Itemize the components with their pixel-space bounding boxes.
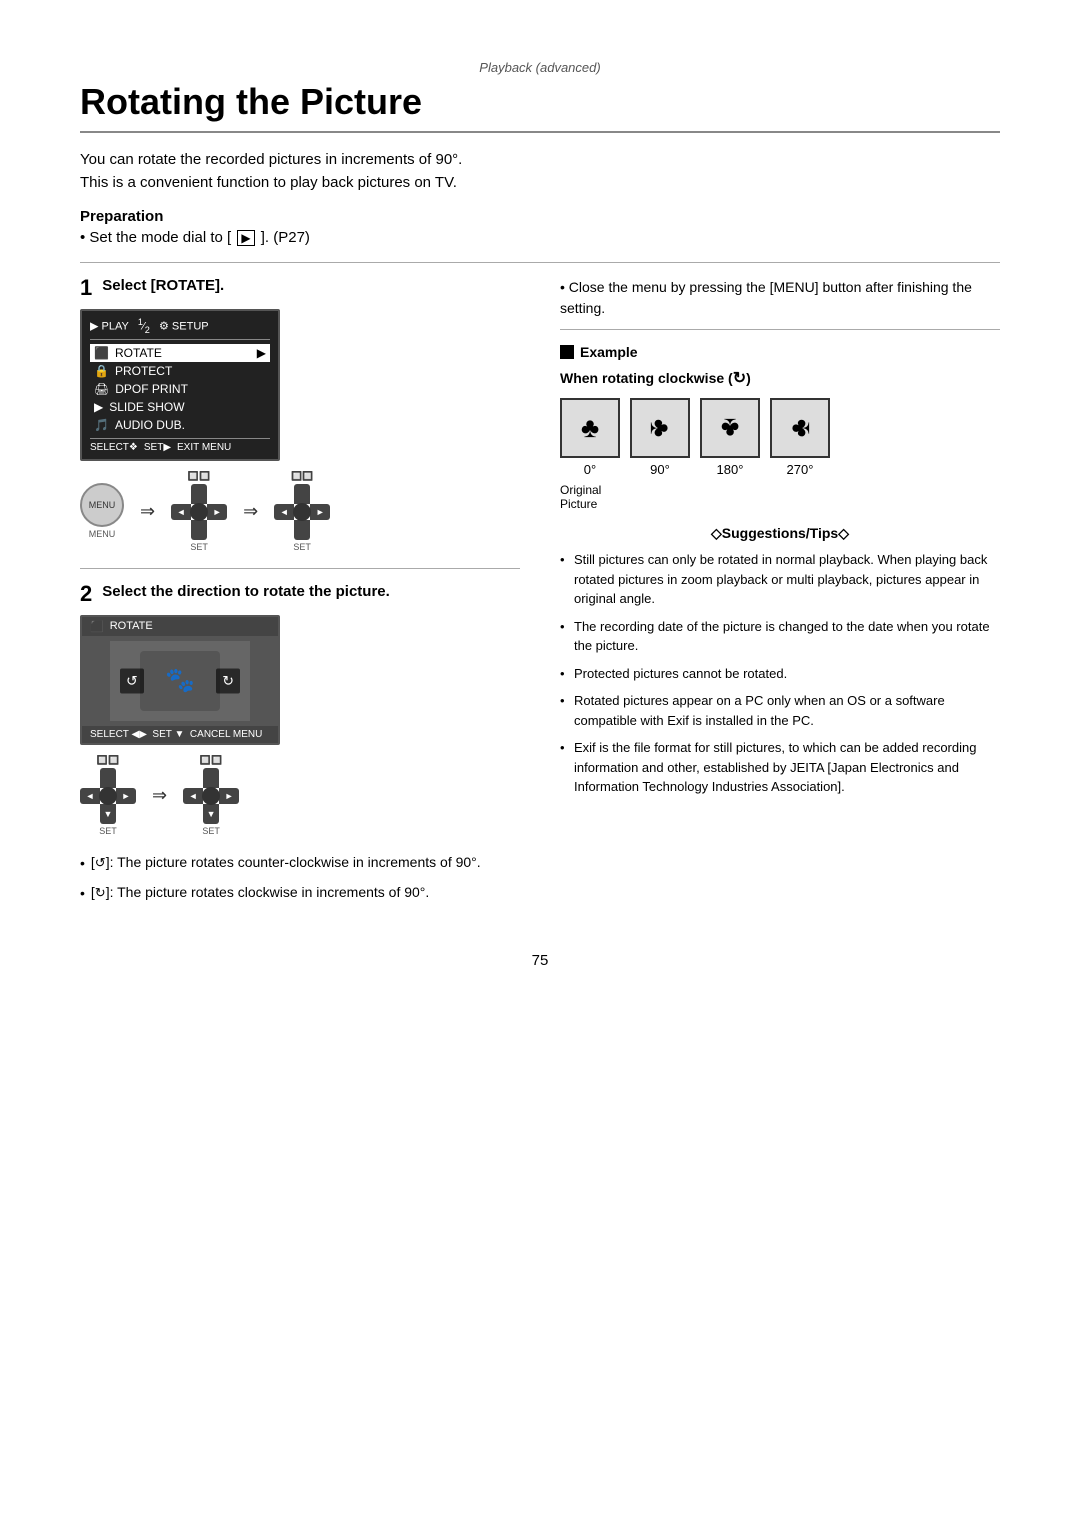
ccw-bullet-symbol: •: [80, 853, 85, 874]
left-column: 1 Select [ROTATE]. ▶ PLAY 1⁄2 ⚙ SETUP ⬛ …: [80, 277, 520, 912]
suggestion-4: Rotated pictures appear on a PC only whe…: [560, 691, 1000, 730]
rotate-screen-content: 🐾 ↺ ↻: [82, 636, 278, 726]
audiodub-icon: 🎵: [94, 418, 109, 432]
slideshow-icon: ▶: [94, 400, 103, 414]
rotate-title-text: ROTATE: [110, 620, 153, 632]
close-menu-note: • Close the menu by pressing the [MENU] …: [560, 277, 1000, 319]
example-label: Example: [580, 344, 638, 360]
step2-number: 2: [80, 583, 92, 605]
main-content: 1 Select [ROTATE]. ▶ PLAY 1⁄2 ⚙ SETUP ⬛ …: [80, 277, 1000, 912]
step1-label: Select [ROTATE].: [102, 277, 224, 294]
menu-item-slideshow: ▶ SLIDE SHOW: [90, 398, 270, 416]
rotate-image-area: 🐾 ↺ ↻: [110, 641, 250, 721]
rotation-0deg: ♣ 0°: [560, 398, 620, 477]
original-label: OriginalPicture: [560, 483, 1000, 511]
page-title: Rotating the Picture: [80, 81, 1000, 133]
menu-item-rotate: ⬛ ROTATE ▶: [90, 344, 270, 362]
protect-icon: 🔒: [94, 364, 109, 378]
section-divider: [80, 262, 1000, 263]
arrow-icon3: ⇒: [152, 785, 167, 806]
camera-menu-ui: ▶ PLAY 1⁄2 ⚙ SETUP ⬛ ROTATE ▶ 🔒 PROTECT …: [80, 309, 280, 461]
step-divider: [80, 568, 520, 569]
arrow-icon: ⇒: [140, 501, 155, 522]
dpof-icon: 🖨: [94, 382, 109, 396]
rotation-180deg: ♣ 180°: [700, 398, 760, 477]
rotate-title-icon: ⬛: [90, 620, 104, 633]
menu-play-label: ▶ PLAY 1⁄2 ⚙ SETUP: [90, 317, 209, 335]
dpad2-wrapper: 🔲🔲 ◄ ► SET: [274, 471, 330, 552]
suggestion-3: Protected pictures cannot be rotated.: [560, 664, 1000, 684]
degree-180: 180°: [717, 462, 744, 477]
bullet-cw: • [↻]: The picture rotates clockwise in …: [80, 882, 520, 904]
menu-item-dpof: 🖨 DPOF PRINT: [90, 380, 270, 398]
dpad3-label: SET: [99, 826, 117, 836]
rotate-screen-top: ⬛ ROTATE: [82, 617, 278, 636]
ccw-arrow[interactable]: ↺: [120, 668, 144, 693]
dpad2-label: SET: [293, 542, 311, 552]
bullet-ccw-text: [↺]: The picture rotates counter-clockwi…: [91, 852, 481, 873]
step1-number: 1: [80, 277, 92, 299]
intro-line1: You can rotate the recorded pictures in …: [80, 149, 1000, 172]
rotate-screen-ui: ⬛ ROTATE 🐾 ↺ ↻ SELECT ◀▶ SET ▼ CANCEL ME…: [80, 615, 280, 745]
rotation-img-90: ♣: [630, 398, 690, 458]
dpad2[interactable]: ◄ ►: [274, 484, 330, 540]
dpad4-label: SET: [202, 826, 220, 836]
degree-90: 90°: [650, 462, 670, 477]
suggestion-5: Exif is the file format for still pictur…: [560, 738, 1000, 797]
rotate-icon: ⬛: [94, 346, 109, 360]
degree-0: 0°: [584, 462, 596, 477]
image-placeholder: 🐾: [140, 651, 220, 711]
preparation-text: • Set the mode dial to [ ▶ ]. (P27): [80, 229, 1000, 246]
degree-270: 270°: [787, 462, 814, 477]
menu-item-audiodub: 🎵 AUDIO DUB.: [90, 416, 270, 434]
menu-bottom-bar: SELECT❖ SET▶ EXIT MENU: [90, 438, 270, 453]
rotation-270deg: ♣ 270°: [770, 398, 830, 477]
step2-heading: 2 Select the direction to rotate the pic…: [80, 583, 520, 605]
arrow-icon2: ⇒: [243, 501, 258, 522]
suggestion-1: Still pictures can only be rotated in no…: [560, 550, 1000, 609]
dpad1[interactable]: ◄ ►: [171, 484, 227, 540]
suggestion-2: The recording date of the picture is cha…: [560, 617, 1000, 656]
preparation-heading: Preparation: [80, 208, 1000, 225]
rotation-img-180: ♣: [700, 398, 760, 458]
menu-button-wrapper: MENU MENU: [80, 483, 124, 539]
rotation-img-270: ♣: [770, 398, 830, 458]
menu-top-bar: ▶ PLAY 1⁄2 ⚙ SETUP: [90, 317, 270, 340]
bullet-ccw: • [↺]: The picture rotates counter-clock…: [80, 852, 520, 874]
dpad4[interactable]: ▼ ◄ ►: [183, 768, 239, 824]
rotation-images: ♣ 0° ♣ 90° ♣ 180° ♣ 270°: [560, 398, 1000, 477]
dpad3[interactable]: ▼ ◄ ►: [80, 768, 136, 824]
menu-button-label: MENU: [89, 529, 116, 539]
intro-text: You can rotate the recorded pictures in …: [80, 149, 1000, 194]
when-rotating-label: When rotating clockwise (↻): [560, 368, 1000, 388]
menu-item-protect: 🔒 PROTECT: [90, 362, 270, 380]
step1-controls: MENU MENU ⇒ 🔲🔲 ◄ ►: [80, 471, 520, 552]
menu-button[interactable]: MENU: [80, 483, 124, 527]
rotation-90deg: ♣ 90°: [630, 398, 690, 477]
right-column: • Close the menu by pressing the [MENU] …: [560, 277, 1000, 805]
rotate-screen-bottom: SELECT ◀▶ SET ▼ CANCEL MENU: [82, 726, 278, 743]
page-number: 75: [80, 952, 1000, 969]
right-divider: [560, 329, 1000, 330]
cw-bullet-symbol: •: [80, 883, 85, 904]
suggestions-heading: ◇Suggestions/Tips◇: [560, 525, 1000, 542]
intro-line2: This is a convenient function to play ba…: [80, 172, 1000, 195]
dpad4-wrapper: 🔲🔲 ▼ ◄ ► SET: [183, 755, 239, 836]
step2-label: Select the direction to rotate the pictu…: [102, 583, 390, 600]
cw-arrow[interactable]: ↻: [216, 668, 240, 693]
step2-controls: 🔲🔲 ▼ ◄ ► SET ⇒ 🔲🔲: [80, 755, 520, 836]
page-container: Playback (advanced) Rotating the Picture…: [0, 0, 1080, 1526]
rotation-img-0: ♣: [560, 398, 620, 458]
bullet-cw-text: [↻]: The picture rotates clockwise in in…: [91, 882, 429, 903]
dpad1-wrapper: 🔲🔲 ◄ ► SET: [171, 471, 227, 552]
dpad3-wrapper: 🔲🔲 ▼ ◄ ► SET: [80, 755, 136, 836]
dpad1-label: SET: [190, 542, 208, 552]
section-label: Playback (advanced): [80, 60, 1000, 75]
example-heading: Example: [560, 344, 1000, 360]
step1-heading: 1 Select [ROTATE].: [80, 277, 520, 299]
suggestions-list: Still pictures can only be rotated in no…: [560, 550, 1000, 797]
